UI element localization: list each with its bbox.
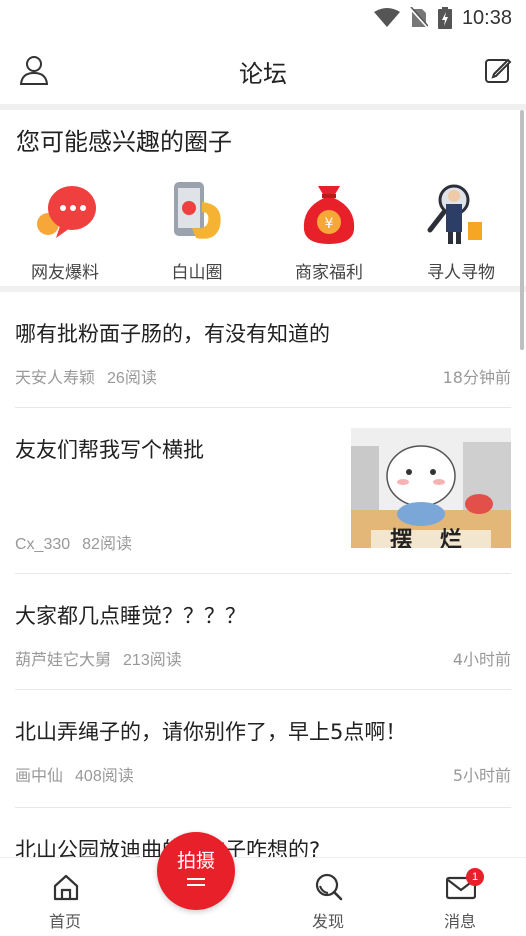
- tab-discover[interactable]: 发现: [278, 870, 378, 934]
- money-bag-icon: ¥: [303, 186, 355, 244]
- battery-charging-icon: [437, 7, 452, 29]
- post-author: 葫芦娃它大舅: [15, 652, 112, 669]
- app-header: 论坛: [0, 36, 526, 104]
- shoot-label: 拍摄: [176, 850, 215, 872]
- post-time: 4小时前: [452, 650, 511, 669]
- post-item[interactable]: 北山公园放迪曲的，脑子咋想的?: [0, 808, 526, 858]
- post-feed: 哪有批粉面子肠的，有没有知道的 天安人寿颖 26阅读 18分钟前 友友们帮我写个横…: [0, 292, 526, 858]
- post-item[interactable]: 大家都几点睡觉？？？？ 葫芦娃它大舅 213阅读 4小时前: [0, 574, 526, 690]
- post-time: 5小时前: [452, 766, 511, 785]
- post-meta: Cx_330 82阅读: [15, 530, 132, 554]
- home-icon: [53, 874, 79, 901]
- post-read-count: 408阅读: [75, 768, 134, 785]
- recommended-circles: 您可能感兴趣的圈子 网友爆料 白山圈 ¥ 商家福利 寻人寻物: [0, 110, 526, 286]
- wifi-icon: [373, 8, 400, 27]
- circle-label: 商家福利: [295, 263, 363, 283]
- post-read-count: 82阅读: [82, 536, 132, 553]
- post-read-count: 213阅读: [123, 652, 182, 669]
- post-title: 大家都几点睡觉？？？？: [15, 604, 246, 628]
- chat-bubbles-icon: [37, 186, 96, 238]
- shoot-line: [187, 884, 205, 886]
- unread-badge: 1: [466, 868, 484, 886]
- status-bar: 10:38: [0, 0, 526, 36]
- clock: 10:38: [461, 6, 512, 29]
- circle-label: 寻人寻物: [427, 263, 495, 283]
- post-item[interactable]: 哪有批粉面子肠的，有没有知道的 天安人寿颖 26阅读 18分钟前: [0, 292, 526, 408]
- tab-messages[interactable]: 1 消息: [410, 868, 510, 934]
- post-title: 哪有批粉面子肠的，有没有知道的: [15, 322, 330, 346]
- post-time: 18分钟前: [442, 368, 511, 387]
- circle-label: 网友爆料: [31, 263, 99, 283]
- post-meta: 天安人寿颖 26阅读: [15, 364, 157, 388]
- shoot-line: [187, 878, 205, 880]
- post-author: Cx_330: [15, 536, 71, 553]
- post-item[interactable]: 北山弄绳子的，请你别作了，早上5点啊！ 画中仙 408阅读 5小时前: [0, 690, 526, 808]
- circle-lost-and-found[interactable]: 寻人寻物: [406, 178, 516, 286]
- circle-netizen-reports[interactable]: 网友爆料: [10, 178, 120, 286]
- scrollbar[interactable]: [520, 110, 524, 350]
- post-thumbnail[interactable]: 摆 烂: [351, 428, 511, 548]
- post-item[interactable]: 友友们帮我写个横批 Cx_330 82阅读 摆 烂: [0, 408, 526, 574]
- compose-post-icon[interactable]: [484, 56, 512, 84]
- post-meta: 葫芦娃它大舅 213阅读: [15, 646, 182, 670]
- post-meta: 画中仙 408阅读: [15, 762, 134, 786]
- post-title: 北山弄绳子的，请你别作了，早上5点啊！: [15, 720, 407, 744]
- post-read-count: 26阅读: [107, 370, 157, 387]
- page-title: 论坛: [239, 60, 287, 88]
- phone-hand-icon: [174, 182, 221, 239]
- magnifier-person-icon: [427, 184, 482, 244]
- svg-text:¥: ¥: [325, 216, 334, 232]
- post-author: 天安人寿颖: [15, 370, 96, 387]
- no-sim-icon: [409, 7, 428, 29]
- tab-label: 首页: [48, 912, 81, 931]
- discover-icon: [315, 873, 343, 901]
- tab-home[interactable]: 首页: [15, 870, 115, 934]
- bottom-tab-bar: 首页 拍摄 发现 1 消息: [0, 832, 526, 936]
- shoot-button[interactable]: 拍摄: [157, 832, 235, 910]
- tab-label: 发现: [311, 912, 344, 931]
- circle-baishan[interactable]: 白山圈: [142, 178, 252, 286]
- post-author: 画中仙: [15, 768, 64, 785]
- circle-merchant-benefits[interactable]: ¥ 商家福利: [274, 178, 384, 286]
- circles-heading: 您可能感兴趣的圈子: [16, 128, 232, 156]
- meme-caption: 摆 烂: [390, 528, 472, 548]
- tab-label: 消息: [443, 912, 476, 931]
- post-title: 友友们帮我写个横批: [15, 438, 204, 462]
- circle-label: 白山圈: [171, 263, 223, 283]
